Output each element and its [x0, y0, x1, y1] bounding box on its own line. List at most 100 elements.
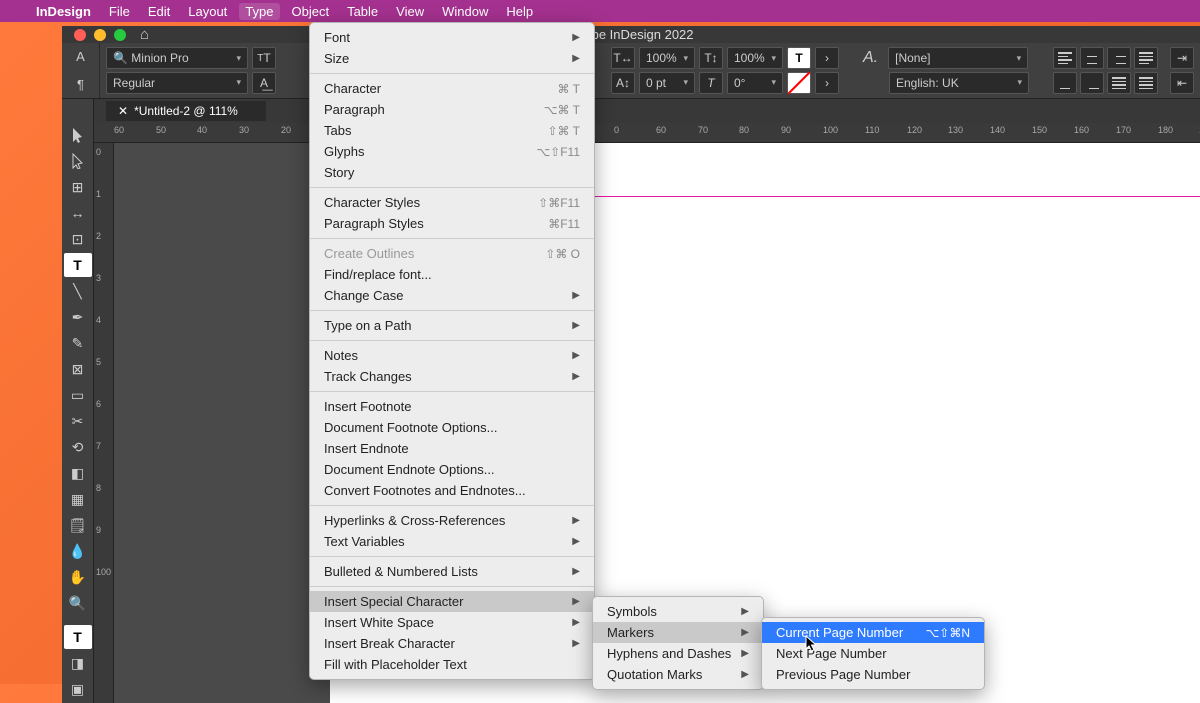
tt-arrow-icon[interactable]: ›: [815, 47, 839, 69]
free-transform-tool[interactable]: ⟲: [64, 435, 92, 459]
line-tool[interactable]: ╲: [64, 279, 92, 303]
font-family-dropdown[interactable]: 🔍 Minion Pro▾: [106, 47, 248, 69]
gap-tool[interactable]: ↔: [64, 201, 92, 225]
menu-item[interactable]: Type on a Path▶: [310, 315, 594, 336]
justify-all-button[interactable]: [1107, 72, 1131, 94]
char-panel-icon[interactable]: A: [76, 49, 85, 64]
maximize-window-button[interactable]: [114, 29, 126, 41]
menu-item[interactable]: Character⌘ T: [310, 78, 594, 99]
menu-item[interactable]: Previous Page Number: [762, 664, 984, 685]
type-tool[interactable]: T: [64, 253, 92, 277]
char-style-dropdown[interactable]: [None]▾: [888, 47, 1028, 69]
menu-item[interactable]: Notes▶: [310, 345, 594, 366]
menubar-type[interactable]: Type: [239, 3, 279, 20]
menu-item[interactable]: Hyperlinks & Cross-References▶: [310, 510, 594, 531]
hand-tool[interactable]: ✋: [64, 565, 92, 589]
content-collector-tool[interactable]: ⊡: [64, 227, 92, 251]
justify-center-button[interactable]: [1053, 72, 1077, 94]
menubar-edit[interactable]: Edit: [148, 4, 170, 19]
justify-right-button[interactable]: [1080, 72, 1104, 94]
baseline-field[interactable]: 0 pt▾: [639, 72, 695, 94]
menu-item[interactable]: Document Footnote Options...: [310, 417, 594, 438]
leading-icon[interactable]: A͟: [252, 72, 276, 94]
gradient-feather-tool[interactable]: ▦: [64, 487, 92, 511]
zoom-tool[interactable]: 🔍: [64, 591, 92, 615]
rectangle-frame-tool[interactable]: ⊠: [64, 357, 92, 381]
menubar-app[interactable]: InDesign: [36, 4, 91, 19]
gradient-swatch-tool[interactable]: ◧: [64, 461, 92, 485]
menu-item[interactable]: Tabs⇧⌘ T: [310, 120, 594, 141]
vert-scale-field[interactable]: 100%▾: [727, 47, 783, 69]
align-left-button[interactable]: [1053, 47, 1077, 69]
menu-item[interactable]: Current Page Number⌥⇧⌘N: [762, 622, 984, 643]
menubar-help[interactable]: Help: [506, 4, 533, 19]
para-panel-icon[interactable]: ¶: [77, 77, 84, 92]
menu-item[interactable]: Markers▶: [593, 622, 763, 643]
selection-tool[interactable]: [64, 123, 92, 147]
language-dropdown[interactable]: English: UK▾: [889, 72, 1029, 94]
view-mode[interactable]: ▣: [64, 677, 92, 701]
menu-item[interactable]: Quotation Marks▶: [593, 664, 763, 685]
menu-item[interactable]: Document Endnote Options...: [310, 459, 594, 480]
menu-item[interactable]: Insert Special Character▶: [310, 591, 594, 612]
rectangle-tool[interactable]: ▭: [64, 383, 92, 407]
menu-item[interactable]: Find/replace font...: [310, 264, 594, 285]
skew-field[interactable]: 0°▾: [727, 72, 783, 94]
tt-icon[interactable]: T: [787, 47, 811, 69]
fill-arrow-icon[interactable]: ›: [815, 72, 839, 94]
ruler-vertical[interactable]: 0123456789100: [94, 143, 114, 703]
menu-item[interactable]: Paragraph Styles⌘F11: [310, 213, 594, 234]
menubar-window[interactable]: Window: [442, 4, 488, 19]
eyedropper-tool[interactable]: 💧: [64, 539, 92, 563]
menubar-object[interactable]: Object: [292, 4, 330, 19]
menu-item[interactable]: Story: [310, 162, 594, 183]
menu-item[interactable]: Change Case▶: [310, 285, 594, 306]
menu-item[interactable]: Symbols▶: [593, 601, 763, 622]
menu-item[interactable]: Insert Footnote: [310, 396, 594, 417]
menubar-file[interactable]: File: [109, 4, 130, 19]
menu-item[interactable]: Insert Break Character▶: [310, 633, 594, 654]
horiz-scale-field[interactable]: 100%▾: [639, 47, 695, 69]
menu-item[interactable]: Insert White Space▶: [310, 612, 594, 633]
menu-item[interactable]: Bulleted & Numbered Lists▶: [310, 561, 594, 582]
align-center-button[interactable]: [1080, 47, 1104, 69]
doc-tab[interactable]: ✕*Untitled-2 @ 111%: [106, 101, 266, 121]
font-style-dropdown[interactable]: Regular▾: [106, 72, 248, 94]
menu-item[interactable]: Fill with Placeholder Text: [310, 654, 594, 675]
fill-swatch[interactable]: [787, 72, 811, 94]
menu-item[interactable]: Font▶: [310, 27, 594, 48]
menubar-view[interactable]: View: [396, 4, 424, 19]
menu-item[interactable]: Text Variables▶: [310, 531, 594, 552]
menu-item[interactable]: Paragraph⌥⌘ T: [310, 99, 594, 120]
menu-item[interactable]: Convert Footnotes and Endnotes...: [310, 480, 594, 501]
indent-button-1[interactable]: ⇥: [1170, 47, 1194, 69]
menubar-table[interactable]: Table: [347, 4, 378, 19]
note-tool[interactable]: 🗒: [64, 513, 92, 537]
menu-item[interactable]: Hyphens and Dashes▶: [593, 643, 763, 664]
pen-tool[interactable]: ✒: [64, 305, 92, 329]
fill-stroke-swap[interactable]: T: [64, 625, 92, 649]
menu-item[interactable]: Insert Endnote: [310, 438, 594, 459]
indent-button-2[interactable]: ⇤: [1170, 72, 1194, 94]
menubar-layout[interactable]: Layout: [188, 4, 227, 19]
app-window: ⌂ Adobe InDesign 2022 A ¶ 🔍 Minion Pro▾ …: [62, 26, 1200, 684]
page-tool[interactable]: ⊞: [64, 175, 92, 199]
align-right-button[interactable]: [1107, 47, 1131, 69]
menu-item[interactable]: Size▶: [310, 48, 594, 69]
home-icon[interactable]: ⌂: [140, 26, 149, 43]
scissors-tool[interactable]: ✂: [64, 409, 92, 433]
menu-item[interactable]: Track Changes▶: [310, 366, 594, 387]
minimize-window-button[interactable]: [94, 29, 106, 41]
justify-left-button[interactable]: [1134, 47, 1158, 69]
menu-item[interactable]: Next Page Number: [762, 643, 984, 664]
menu-item[interactable]: Character Styles⇧⌘F11: [310, 192, 594, 213]
menu-item[interactable]: Glyphs⌥⇧F11: [310, 141, 594, 162]
font-size-icon[interactable]: TT: [252, 47, 276, 69]
controlbar: A ¶ 🔍 Minion Pro▾ TT Regular▾ A͟ T↔ 100%…: [62, 43, 1200, 99]
align-grid-button[interactable]: [1134, 72, 1158, 94]
close-window-button[interactable]: [74, 29, 86, 41]
ruler-horizontal[interactable]: 6050403020100607080901001101201301401501…: [94, 123, 1200, 143]
pencil-tool[interactable]: ✎: [64, 331, 92, 355]
direct-selection-tool[interactable]: [64, 149, 92, 173]
default-fill-stroke[interactable]: ◨: [64, 651, 92, 675]
